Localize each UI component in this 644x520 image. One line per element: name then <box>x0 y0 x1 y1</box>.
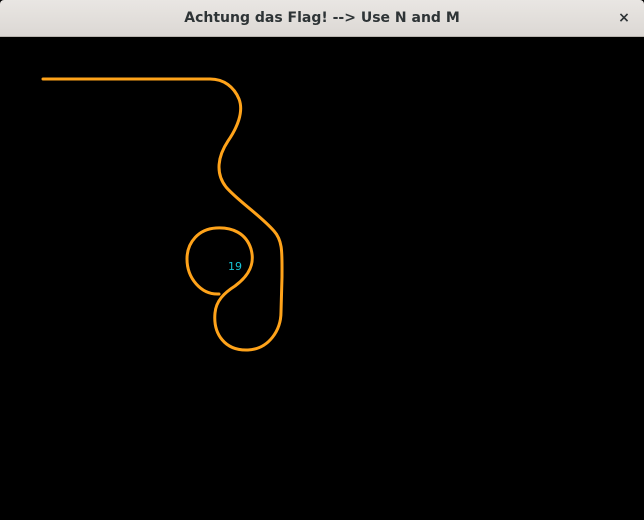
game-canvas[interactable]: 19 <box>2 37 642 518</box>
title-bar[interactable]: Achtung das Flag! --> Use N and M × <box>0 0 644 37</box>
game-window: Achtung das Flag! --> Use N and M × 19 <box>0 0 644 520</box>
game-field: 19 <box>41 77 284 352</box>
player-score: 19 <box>228 260 242 273</box>
close-icon[interactable]: × <box>612 6 636 30</box>
window-title: Achtung das Flag! --> Use N and M <box>184 10 460 26</box>
player-trail <box>41 77 284 352</box>
